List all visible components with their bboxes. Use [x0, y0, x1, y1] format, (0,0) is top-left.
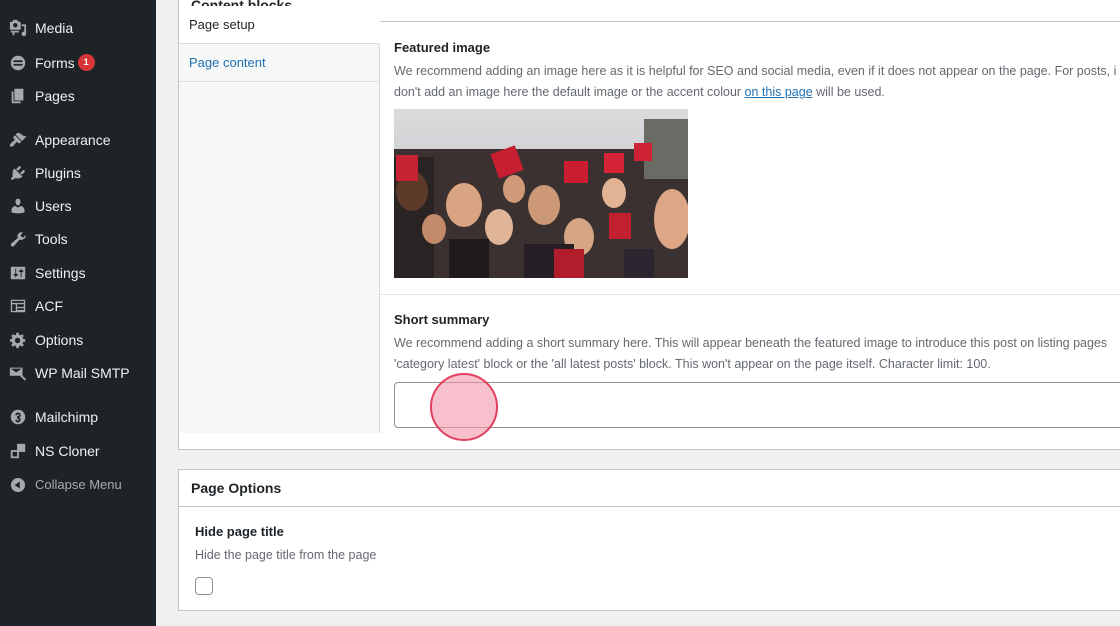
- admin-sidebar: Media Forms 1 Pages Appearance Plugins U…: [0, 0, 156, 626]
- description-text: don't add an image here the default imag…: [394, 85, 745, 99]
- acf-icon: [9, 297, 27, 315]
- sidebar-item-options[interactable]: Options: [0, 323, 156, 356]
- field-divider: [379, 294, 1120, 295]
- notification-badge: 1: [77, 54, 95, 71]
- panel-title: Page Options: [191, 480, 282, 496]
- sidebar-item-label: ACF: [35, 297, 63, 314]
- hide-page-title-label: Hide page title: [195, 524, 284, 539]
- description-text: We recommend adding an image here as it …: [394, 64, 1117, 78]
- collapse-icon: [9, 476, 27, 494]
- settings-icon: [9, 264, 27, 282]
- content-tabs: Page setup Page content: [179, 6, 380, 433]
- content-blocks-panel: Content blocks Page setup Page content F…: [178, 0, 1120, 450]
- sidebar-item-label: Options: [35, 331, 84, 348]
- sidebar-item-label: Plugins: [35, 164, 81, 181]
- sidebar-item-label: Pages: [35, 87, 75, 104]
- on-this-page-link[interactable]: on this page: [745, 85, 813, 99]
- tab-page-setup[interactable]: Page setup: [179, 6, 380, 44]
- options-icon: [9, 331, 27, 349]
- sidebar-item-ns-cloner[interactable]: NS Cloner: [0, 434, 156, 467]
- featured-image-description: We recommend adding an image here as it …: [394, 61, 1116, 103]
- collapse-menu-button[interactable]: Collapse Menu: [0, 468, 156, 501]
- short-summary-label: Short summary: [394, 312, 490, 327]
- sidebar-item-label: Media: [35, 19, 74, 36]
- sidebar-item-acf[interactable]: ACF: [0, 289, 156, 322]
- sidebar-item-label: Mailchimp: [35, 408, 99, 425]
- mail-icon: [9, 364, 27, 382]
- sidebar-item-label: Forms: [35, 54, 75, 71]
- mailchimp-icon: [9, 408, 27, 426]
- featured-image-preview[interactable]: [394, 109, 688, 278]
- hide-page-title-checkbox[interactable]: [195, 577, 213, 595]
- sidebar-item-label: Settings: [35, 264, 86, 281]
- sidebar-item-mailchimp[interactable]: Mailchimp: [0, 400, 156, 433]
- sidebar-item-users[interactable]: Users: [0, 189, 156, 222]
- sidebar-item-plugins[interactable]: Plugins: [0, 156, 156, 189]
- pages-icon: [9, 87, 27, 105]
- appearance-icon: [9, 131, 27, 149]
- forms-icon: [9, 54, 27, 72]
- media-icon: [9, 19, 27, 37]
- sidebar-item-media[interactable]: Media: [0, 11, 156, 44]
- page-options-panel: Page Options Hide page title Hide the pa…: [178, 469, 1120, 611]
- sidebar-item-label: Tools: [35, 230, 68, 247]
- collapse-menu-label: Collapse Menu: [35, 477, 122, 492]
- short-summary-input[interactable]: [394, 382, 1120, 428]
- sidebar-item-wp-mail-smtp[interactable]: WP Mail SMTP: [0, 356, 156, 389]
- cloner-icon: [9, 442, 27, 460]
- page-options-header[interactable]: Page Options: [179, 470, 1120, 507]
- plugins-icon: [9, 164, 27, 182]
- sidebar-item-forms[interactable]: Forms 1: [0, 46, 156, 79]
- sidebar-item-pages[interactable]: Pages: [0, 79, 156, 112]
- sidebar-item-label: Users: [35, 197, 72, 214]
- users-icon: [9, 197, 27, 215]
- sidebar-item-label: NS Cloner: [35, 442, 100, 459]
- tab-page-content[interactable]: Page content: [179, 44, 379, 82]
- tools-icon: [9, 230, 27, 248]
- sidebar-item-label: Appearance: [35, 131, 111, 148]
- hide-page-title-description: Hide the page title from the page: [195, 548, 377, 562]
- click-indicator: [430, 373, 498, 441]
- sidebar-item-appearance[interactable]: Appearance: [0, 123, 156, 156]
- sidebar-item-settings[interactable]: Settings: [0, 256, 156, 289]
- featured-image-label: Featured image: [394, 40, 491, 55]
- description-text: We recommend adding a short summary here…: [394, 336, 1108, 350]
- sidebar-item-tools[interactable]: Tools: [0, 222, 156, 255]
- description-text: will be used.: [812, 85, 885, 99]
- description-text: 'category latest' block or the 'all late…: [394, 357, 991, 371]
- sidebar-item-label: WP Mail SMTP: [35, 364, 130, 381]
- short-summary-description: We recommend adding a short summary here…: [394, 333, 1107, 375]
